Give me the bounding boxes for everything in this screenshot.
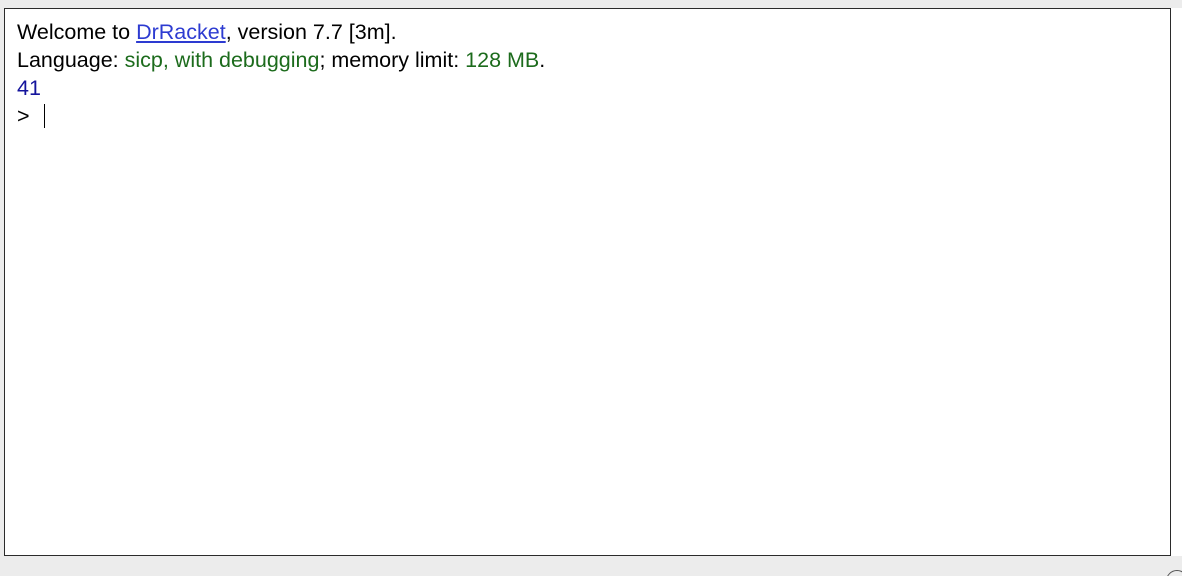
bottom-status-bar <box>0 556 1182 576</box>
welcome-line: Welcome to DrRacket, version 7.7 [3m]. <box>17 18 545 46</box>
memory-label: ; memory limit: <box>319 48 466 72</box>
repl-prompt-row[interactable]: > <box>17 102 545 130</box>
repl-output: Welcome to DrRacket, version 7.7 [3m]. L… <box>17 18 545 130</box>
repl-prompt: > <box>17 104 30 128</box>
welcome-suffix: , version 7.7 [3m]. <box>225 20 397 44</box>
language-value: sicp, with debugging <box>124 48 320 72</box>
window-top-strip <box>0 0 1182 8</box>
memory-suffix: . <box>539 48 546 72</box>
language-line: Language: sicp, with debugging; memory l… <box>17 46 545 74</box>
right-gutter <box>1171 8 1182 556</box>
result-value: 41 <box>17 76 41 100</box>
language-label: Language: <box>17 48 125 72</box>
drracket-window: Welcome to DrRacket, version 7.7 [3m]. L… <box>0 0 1182 576</box>
welcome-prefix: Welcome to <box>17 20 137 44</box>
text-caret <box>43 104 46 128</box>
interactions-pane[interactable]: Welcome to DrRacket, version 7.7 [3m]. L… <box>4 8 1171 556</box>
drracket-link[interactable]: DrRacket <box>136 20 226 44</box>
memory-value: 128 MB <box>465 48 540 72</box>
